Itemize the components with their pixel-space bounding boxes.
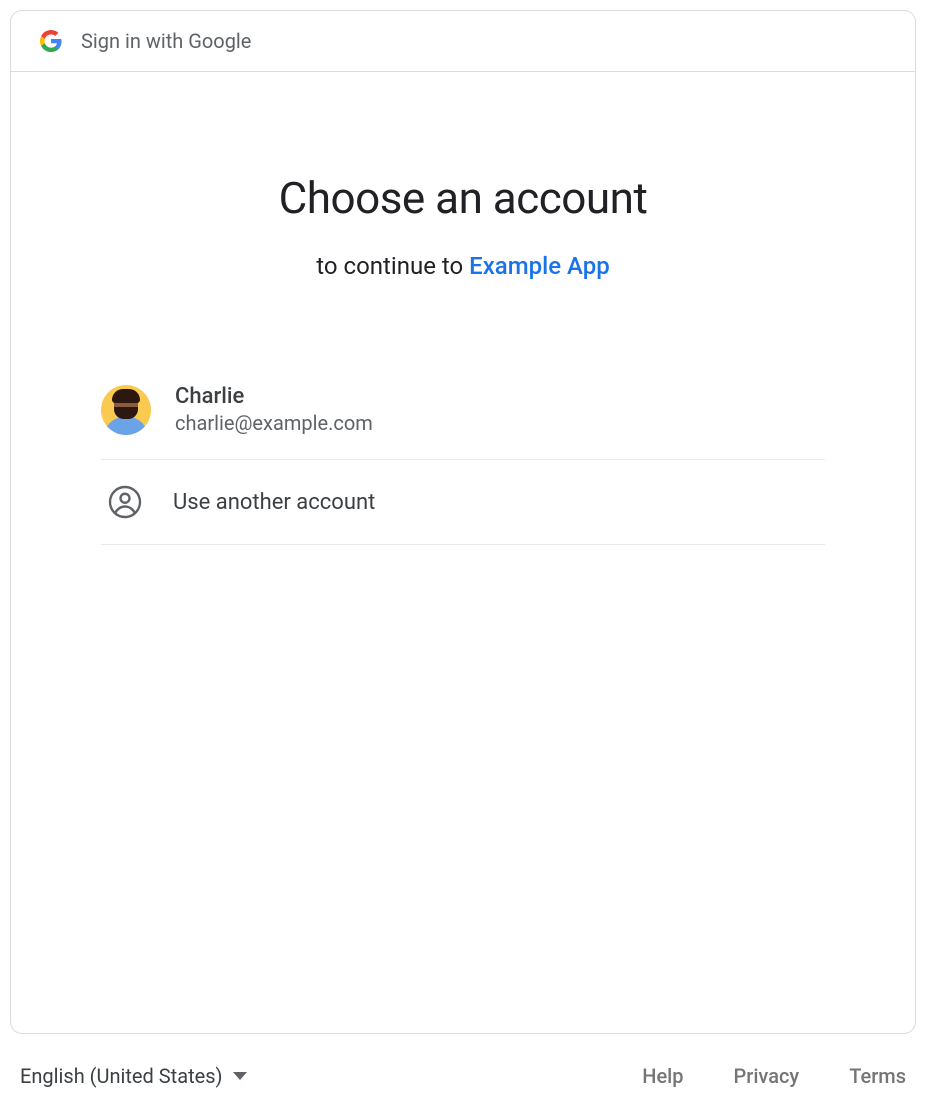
- privacy-link[interactable]: Privacy: [734, 1064, 800, 1088]
- signin-card: Sign in with Google Choose an account to…: [10, 10, 916, 1034]
- app-name-link[interactable]: Example App: [469, 252, 610, 280]
- person-circle-icon: [107, 484, 143, 520]
- account-name: Charlie: [175, 384, 373, 409]
- account-item[interactable]: Charlie charlie@example.com: [101, 360, 825, 460]
- page-heading: Choose an account: [101, 172, 825, 224]
- page-subheading: to continue to Example App: [101, 252, 825, 280]
- account-list: Charlie charlie@example.com Use another …: [101, 360, 825, 545]
- footer: English (United States) Help Privacy Ter…: [10, 1034, 916, 1098]
- language-selector[interactable]: English (United States): [20, 1064, 247, 1088]
- google-logo-icon: [39, 29, 63, 53]
- footer-links: Help Privacy Terms: [642, 1064, 906, 1088]
- card-body: Choose an account to continue to Example…: [11, 72, 915, 1033]
- account-email: charlie@example.com: [175, 411, 373, 435]
- subheading-prefix: to continue to: [316, 252, 469, 280]
- language-label: English (United States): [20, 1064, 223, 1088]
- chevron-down-icon: [233, 1072, 247, 1080]
- avatar: [101, 385, 151, 435]
- terms-link[interactable]: Terms: [849, 1064, 906, 1088]
- help-link[interactable]: Help: [642, 1064, 683, 1088]
- card-header: Sign in with Google: [11, 11, 915, 72]
- use-another-label: Use another account: [173, 490, 375, 515]
- account-info: Charlie charlie@example.com: [175, 384, 373, 435]
- header-title: Sign in with Google: [81, 29, 251, 53]
- use-another-account[interactable]: Use another account: [101, 460, 825, 545]
